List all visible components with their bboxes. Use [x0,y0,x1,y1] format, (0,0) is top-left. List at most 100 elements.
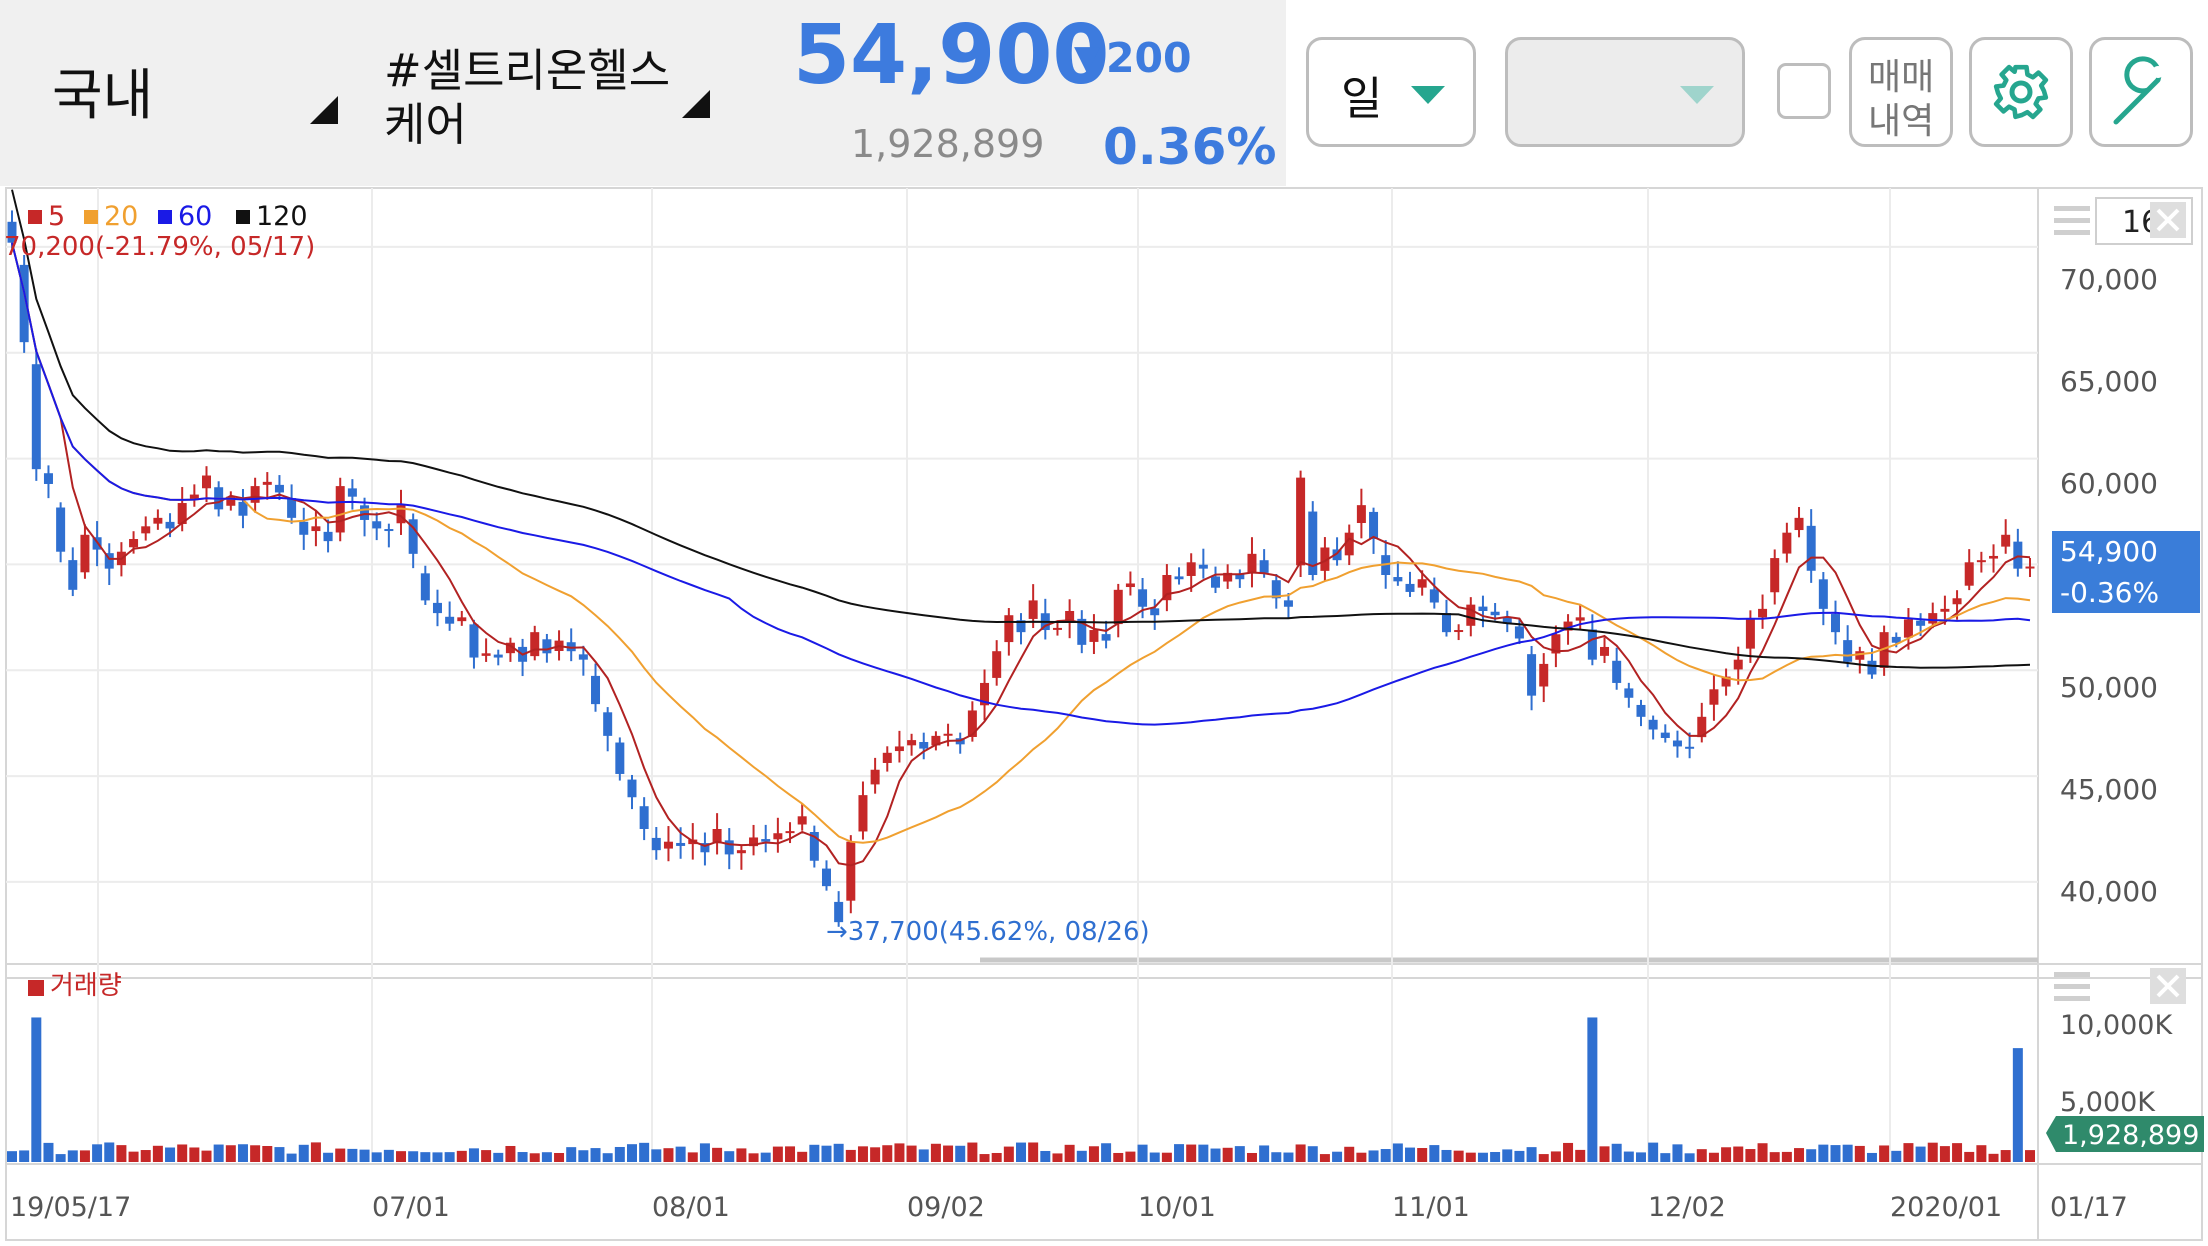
candle-body [846,841,856,901]
candle-body [627,779,637,798]
date-label: 12/02 [1648,1192,1726,1223]
ma60-swatch [158,210,172,224]
sub-period-select[interactable] [1505,37,1745,147]
volume-legend: 거래량 [50,971,122,1001]
candle-body [1527,654,1537,696]
volume-bar [225,1145,236,1162]
volume-bar [979,1154,990,1162]
candle-body [1648,719,1658,730]
candle-body [761,839,771,842]
volume-bar [906,1145,917,1162]
period-select[interactable]: 일 [1306,37,1476,147]
volume-bar [1660,1153,1671,1162]
volume-bar [614,1146,625,1162]
candle-body [445,616,455,624]
volume-bar [529,1153,540,1162]
volume-bar [116,1145,127,1162]
volume-bar [1356,1152,1367,1162]
candle-body [250,486,260,503]
settings-button[interactable] [1969,37,2073,147]
volume-bar [1368,1150,1379,1162]
volume-bar [894,1143,905,1162]
volume-swatch [28,980,44,996]
market-dropdown-icon[interactable] [310,96,338,124]
volume-menu-icon[interactable] [2054,972,2090,1001]
volume-bar [237,1144,248,1162]
volume-bar [736,1148,747,1162]
candle-body [1976,560,1986,563]
volume-bar [578,1150,589,1162]
volume-bar [566,1147,577,1162]
chart[interactable]: 5 20 60 120 70,200(-21.79%, 05/17) →37,7… [0,186,2208,1242]
volume-bar [1234,1146,1245,1162]
volume-close-icon[interactable] [2150,968,2186,1004]
candle-body [469,624,479,658]
ma60-label: 60 [178,201,212,232]
candle-body [299,521,309,535]
ma20-swatch [84,210,98,224]
change-percent: 0.36% [1103,118,1277,176]
volume-bar [1052,1153,1063,1162]
volume-bar [274,1147,285,1162]
chart-area[interactable]: 5 20 60 120 70,200(-21.79%, 05/17) →37,7… [0,186,2208,1242]
volume-bar [1490,1151,1501,1162]
candle-body [1843,640,1853,662]
candle-body [1903,619,1913,638]
volume-bar [1392,1143,1403,1162]
wrench-icon [2113,56,2164,125]
volume-bar [1563,1142,1574,1162]
volume-bar [323,1152,334,1162]
volume-bar [1988,1153,1999,1162]
candle-body [1928,613,1938,624]
candle-body [603,712,613,736]
candle-body [43,473,53,484]
volume-bar [262,1145,273,1162]
candle-body [943,733,953,736]
trade-history-button[interactable]: 매매 내역 [1849,37,1953,147]
volume-bar [1526,1147,1537,1162]
current-price-tag: 54,900 -0.36% [2052,531,2200,613]
volume-bar [1538,1154,1549,1162]
date-label: 10/01 [1138,1192,1216,1223]
volume-bar [1332,1151,1343,1162]
volume-bar [468,1148,479,1162]
max-price-annotation: 70,200(-21.79%, 05/17) [4,232,315,262]
volume-bar [1210,1148,1221,1162]
close-icon[interactable] [2150,202,2186,238]
date-label: 09/02 [907,1192,985,1223]
candle-body [274,484,284,493]
volume-bar [1283,1152,1294,1162]
gear-icon [1993,64,2049,120]
candle-body [1186,562,1196,576]
volume-bar [590,1148,601,1162]
volume-bar [1830,1145,1841,1162]
stock-name-line2[interactable]: 케어 [384,88,467,153]
volume-bar [1149,1152,1160,1162]
candle-body [1004,615,1014,643]
volume-bar [626,1144,637,1162]
candle-body [676,842,686,846]
trade-volume: 1,928,899 [851,122,1045,166]
date-label: 19/05/17 [10,1192,131,1223]
candle-body [1174,576,1184,580]
price-tick: 45,000 [2060,773,2158,806]
volume-bar [724,1151,735,1162]
candle-body [80,534,90,573]
stock-dropdown-icon[interactable] [682,90,710,118]
tools-button[interactable] [2089,37,2193,147]
volume-bar [1417,1148,1428,1162]
candle-body [1405,583,1415,592]
volume-bar [1672,1144,1683,1162]
candle-body [1417,579,1427,588]
menu-icon[interactable] [2054,206,2090,235]
volume-bar [1064,1144,1075,1162]
candle-body [1429,589,1439,603]
candle-body [1940,608,1950,612]
candle-body [372,521,382,529]
volume-bar [286,1153,297,1162]
candle-body [1393,577,1403,582]
candle-body [1830,614,1840,633]
checkbox[interactable] [1777,63,1831,119]
ma20-label: 20 [104,201,138,232]
volume-bar [55,1154,66,1162]
